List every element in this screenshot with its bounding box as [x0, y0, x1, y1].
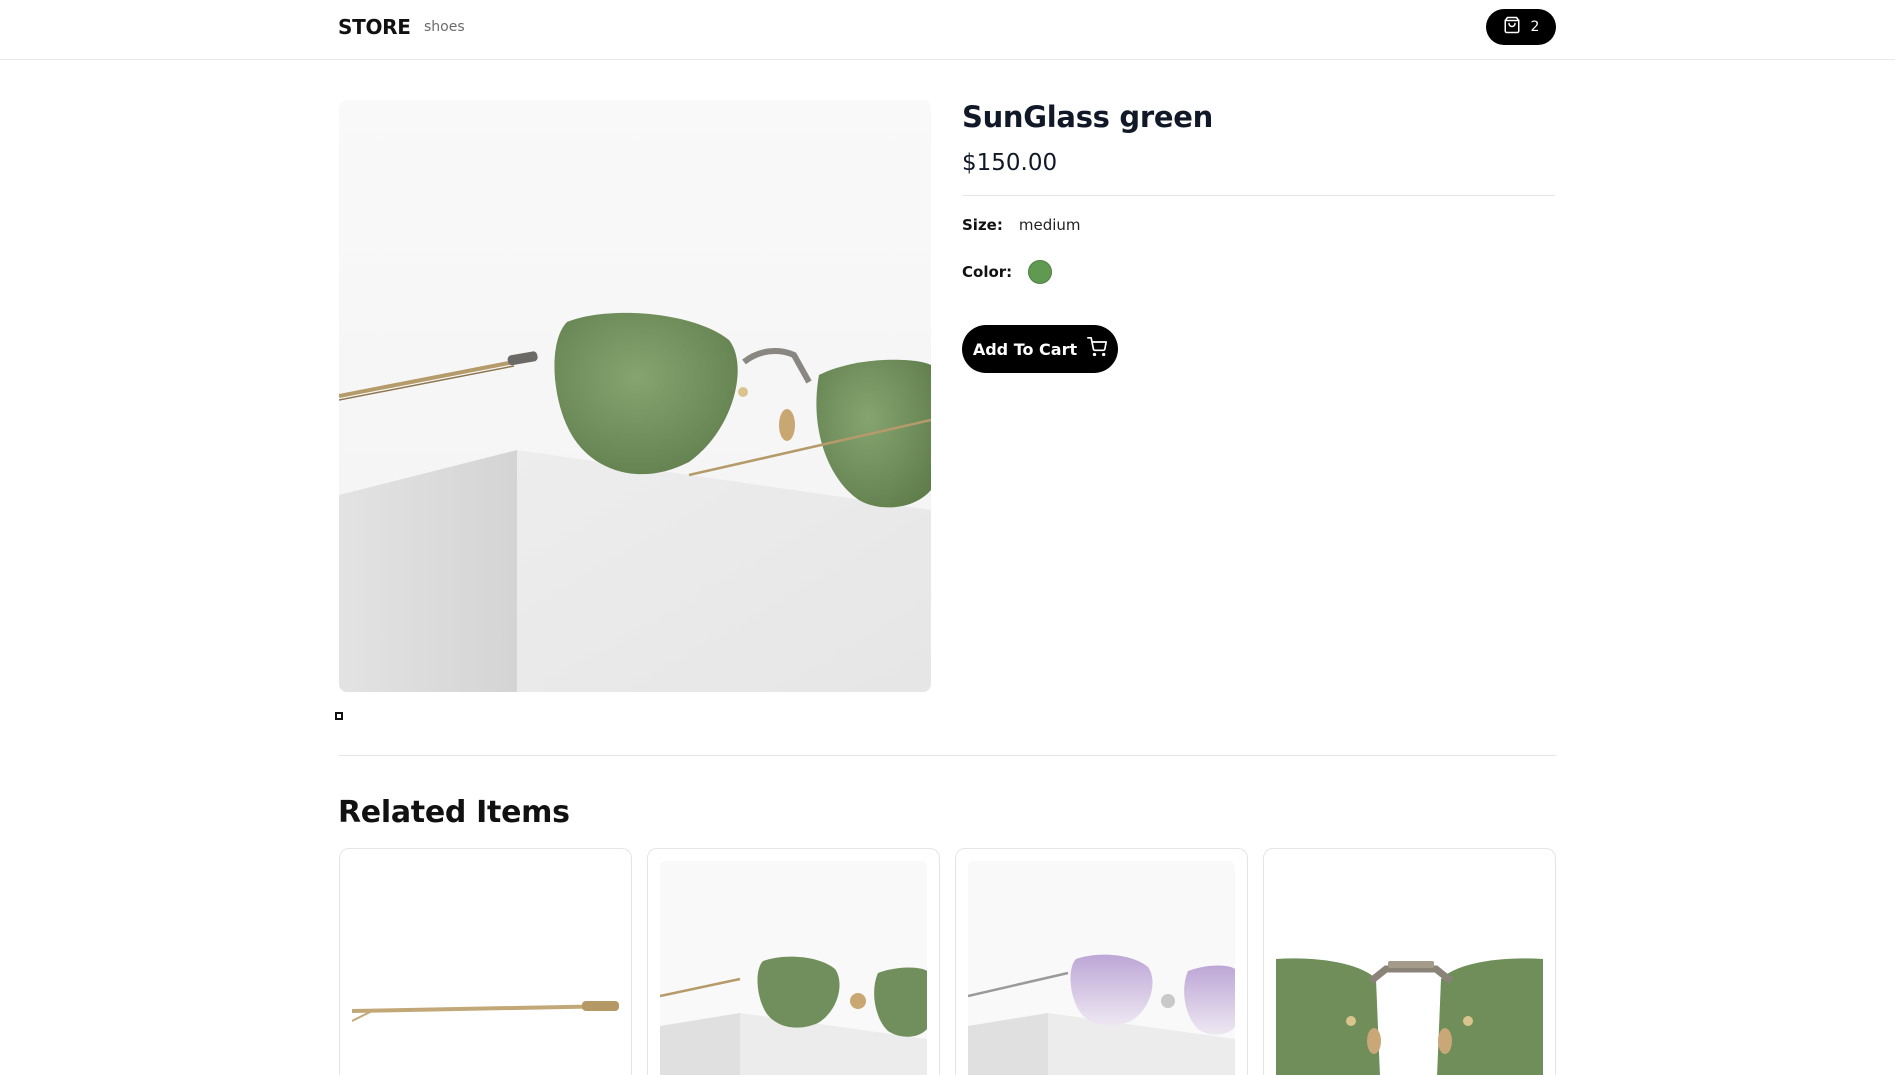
color-swatch-green[interactable] [1028, 260, 1053, 284]
product-main-image [339, 100, 931, 692]
sunglass-green-pedestal-image [660, 861, 927, 1075]
add-to-cart-label: Add To Cart [972, 339, 1078, 359]
related-items-heading: Related Items [338, 795, 570, 830]
color-row: Color: [962, 260, 1053, 284]
related-item-card[interactable] [647, 848, 940, 1075]
cart-button[interactable]: 2 [1486, 9, 1556, 45]
store-logo[interactable]: STORE [338, 15, 411, 39]
section-divider [338, 755, 1556, 756]
sunglass-green-front-image [1276, 861, 1543, 1075]
color-label: Color: [962, 263, 1013, 281]
cart-icon [1087, 337, 1108, 361]
product-price: $150.00 [962, 150, 1058, 176]
top-navbar: STORE shoes 2 [0, 0, 1895, 60]
divider [962, 195, 1555, 196]
add-to-cart-button[interactable]: Add To Cart [962, 325, 1118, 373]
related-item-card[interactable] [339, 848, 632, 1075]
product-title: SunGlass green [962, 100, 1213, 134]
related-item-card[interactable] [955, 848, 1248, 1075]
shopping-bag-icon [1503, 16, 1521, 38]
size-value: medium [1018, 216, 1081, 234]
related-item-card[interactable] [1263, 848, 1556, 1075]
nav-link-shoes[interactable]: shoes [424, 19, 465, 35]
cart-count: 2 [1530, 19, 1540, 35]
sunglass-temple-arm-image [352, 861, 619, 1075]
size-row: Size: medium [962, 216, 1081, 234]
gallery-thumbnail-indicator[interactable] [335, 712, 343, 720]
sunglass-purple-pedestal-image [968, 861, 1235, 1075]
size-label: Size: [962, 216, 1003, 234]
